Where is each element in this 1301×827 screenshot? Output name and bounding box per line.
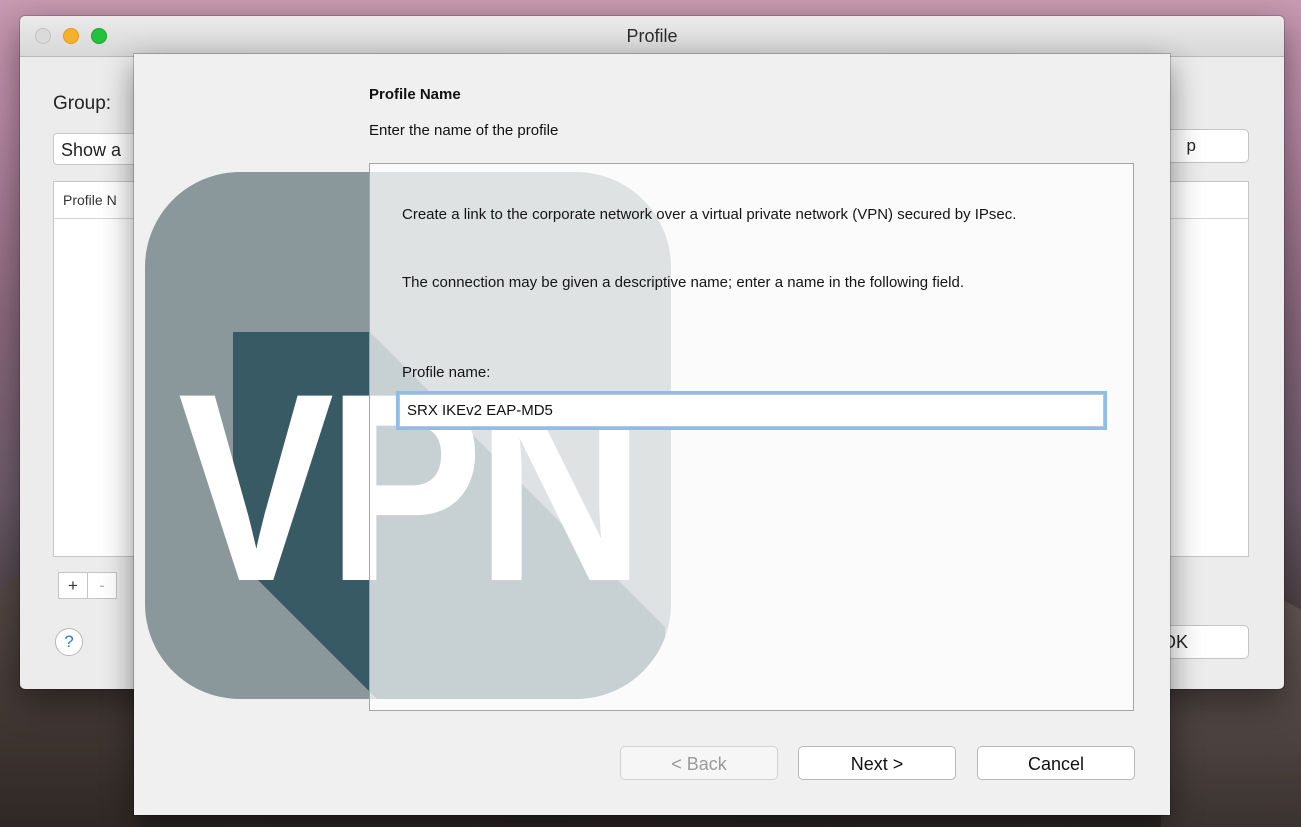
title-bar: Profile	[20, 16, 1284, 57]
question-mark-icon[interactable]: ?	[55, 628, 83, 656]
group-action-button[interactable]: p	[1158, 129, 1249, 163]
profile-name-label: Profile name:	[402, 364, 491, 381]
back-button[interactable]: < Back	[620, 746, 778, 780]
cancel-button[interactable]: Cancel	[977, 746, 1135, 780]
ok-button[interactable]: OK	[1158, 625, 1249, 659]
wizard-description: Create a link to the corporate network o…	[402, 206, 1017, 223]
wizard-content-panel: Create a link to the corporate network o…	[369, 163, 1134, 711]
window-title: Profile	[626, 26, 678, 46]
wizard-subtitle: Enter the name of the profile	[369, 122, 559, 139]
remove-profile-button[interactable]: -	[87, 572, 117, 599]
add-profile-button[interactable]: +	[58, 572, 88, 599]
profile-wizard-sheet: Profile Name Enter the name of the profi…	[134, 54, 1170, 815]
group-label: Group:	[53, 93, 112, 114]
wizard-title: Profile Name	[369, 86, 461, 103]
next-button[interactable]: Next >	[798, 746, 956, 780]
profile-name-input[interactable]	[399, 394, 1104, 427]
wizard-instructions: The connection may be given a descriptiv…	[402, 274, 964, 291]
